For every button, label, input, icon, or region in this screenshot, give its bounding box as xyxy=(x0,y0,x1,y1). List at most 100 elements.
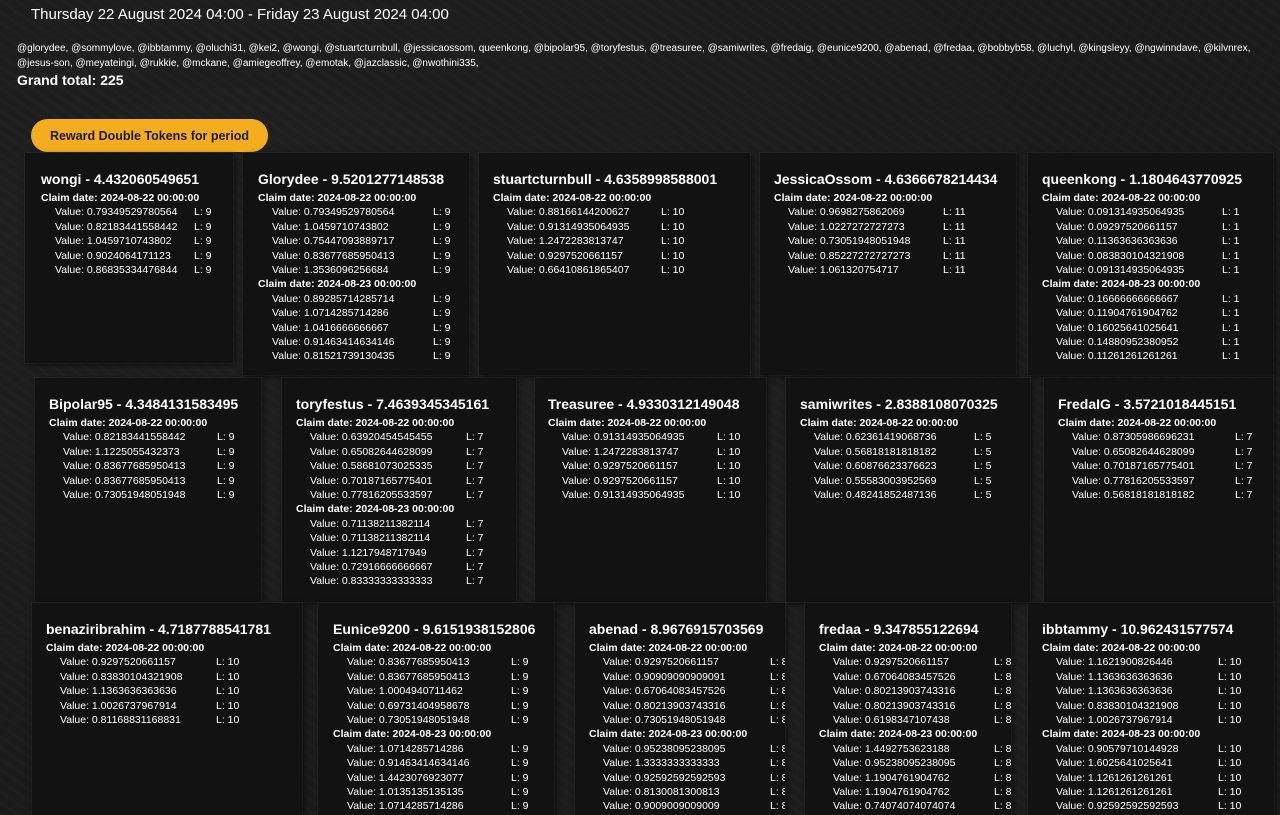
value-row: Value: 0.77816205533597 L: 7 xyxy=(1058,474,1253,488)
value-row: Value: 0.92592592592593 L: 10 xyxy=(1042,799,1241,813)
level-text: L: 9 xyxy=(433,350,451,363)
level-text: L: 1 xyxy=(1222,264,1240,277)
value-text: Value: 1.061320754717 xyxy=(788,264,899,277)
claim-date: Claim date: 2024-08-22 00:00:00 xyxy=(819,642,978,654)
level-text: L: 5 xyxy=(974,445,992,458)
value-row: Value: 0.9297520661157 L: 8 xyxy=(589,655,785,669)
claim-date: Claim date: 2024-08-22 00:00:00 xyxy=(46,642,205,654)
value-row: Value: 0.83677685950413 L: 9 xyxy=(333,655,529,669)
value-text: Value: 0.83830104321908 xyxy=(1056,699,1179,712)
value-row: Value: 0.90579710144928 L: 10 xyxy=(1042,742,1241,756)
value-row: Value: 0.69731404958678 L: 9 xyxy=(333,699,529,713)
value-row: Value: 0.83677685950413 L: 9 xyxy=(49,459,235,473)
value-row: Value: 1.1363636363636 L: 10 xyxy=(46,684,239,698)
level-text: L: 7 xyxy=(466,517,484,530)
value-row: Value: 0.83333333333333 L: 7 xyxy=(296,574,484,588)
value-text: Value: 1.0004940711462 xyxy=(347,685,463,698)
value-text: Value: 0.81521739130435 xyxy=(272,350,395,363)
value-row: Value: 0.73051948051948 L: 11 xyxy=(774,234,966,248)
value-text: Value: 1.0714285714286 xyxy=(347,800,464,813)
reward-double-tokens-button[interactable]: Reward Double Tokens for period xyxy=(31,119,268,152)
user-card: benaziribrahim - 4.7187788541781 Claim da… xyxy=(32,603,302,815)
value-text: Value: 1.0459710743802 xyxy=(272,220,389,233)
value-row: Value: 1.1904761904762 L: 8 xyxy=(819,785,1011,799)
value-text: Value: 0.73051948051948 xyxy=(788,235,911,248)
level-text: L: 9 xyxy=(433,264,451,277)
level-text: L: 9 xyxy=(511,685,529,698)
level-text: L: 5 xyxy=(974,460,992,473)
level-text: L: 7 xyxy=(1235,474,1253,487)
value-text: Value: 0.75447093889717 xyxy=(272,235,395,248)
value-row: Value: 0.70187165775401 L: 7 xyxy=(296,474,484,488)
value-text: Value: 0.71138211382114 xyxy=(310,532,431,545)
value-text: Value: 1.0714285714286 xyxy=(272,307,389,320)
value-text: Value: 0.83677685950413 xyxy=(272,249,395,262)
value-text: Value: 0.67064083457526 xyxy=(603,685,726,698)
value-row: Value: 0.91314935064935 L: 10 xyxy=(493,220,684,234)
level-text: L: 9 xyxy=(511,757,529,770)
level-text: L: 8 xyxy=(994,742,1011,755)
value-text: Value: 1.1261261261261 xyxy=(1056,771,1173,784)
level-text: L: 1 xyxy=(1222,220,1240,233)
claim-date: Claim date: 2024-08-22 00:00:00 xyxy=(333,642,492,654)
participant-list: @glorydee, @sommylove, @ibbtammy, @oluch… xyxy=(17,43,1251,69)
value-text: Value: 0.91314935064935 xyxy=(562,489,685,502)
claims-list: Claim date: 2024-08-22 00:00:00 Value: 0.… xyxy=(800,416,992,502)
level-text: L: 9 xyxy=(433,235,451,248)
level-text: L: 8 xyxy=(994,699,1011,712)
value-row: Value: 0.81168831168831 L: 10 xyxy=(46,713,239,727)
value-text: Value: 0.86835334476844 xyxy=(55,264,178,277)
level-text: L: 8 xyxy=(994,714,1011,727)
value-row: Value: 0.9297520661157 L: 10 xyxy=(493,249,684,263)
value-row: Value: 0.083830104321908 L: 1 xyxy=(1042,249,1240,263)
value-row: Value: 0.80213903743316 L: 8 xyxy=(589,699,785,713)
value-row: Value: 1.0227272727273 L: 11 xyxy=(774,220,966,234)
level-text: L: 8 xyxy=(770,714,785,727)
value-row: Value: 0.9698275862069 L: 11 xyxy=(774,205,966,219)
value-text: Value: 1.1261261261261 xyxy=(1056,786,1173,799)
level-text: L: 7 xyxy=(466,575,484,588)
value-row: Value: 0.80213903743316 L: 8 xyxy=(819,684,1011,698)
value-row: Value: 1.1621900826446 L: 10 xyxy=(1042,655,1241,669)
level-text: L: 7 xyxy=(466,532,484,545)
level-text: L: 9 xyxy=(433,249,451,262)
user-card: fredaa - 9.347855122694 Claim date: 2024-… xyxy=(805,603,1011,815)
level-text: L: 10 xyxy=(661,206,685,219)
value-row: Value: 1.1261261261261 L: 10 xyxy=(1042,771,1241,785)
user-card: Glorydee - 9.5201277148538 Claim date: 20… xyxy=(243,153,469,375)
claims-list: Claim date: 2024-08-22 00:00:00 Value: 0.… xyxy=(819,641,1011,814)
level-text: L: 9 xyxy=(194,264,212,277)
value-text: Value: 0.83677685950413 xyxy=(347,670,470,683)
value-text: Value: 0.09297520661157 xyxy=(1056,220,1178,233)
level-text: L: 9 xyxy=(433,336,451,349)
level-text: L: 10 xyxy=(1218,742,1242,755)
level-text: L: 7 xyxy=(1235,489,1253,502)
value-text: Value: 1.4423076923077 xyxy=(347,771,464,784)
value-text: Value: 1.0135135135135 xyxy=(347,786,464,799)
value-text: Value: 0.77816205533597 xyxy=(310,489,433,502)
claims-list: Claim date: 2024-08-22 00:00:00 Value: 0.… xyxy=(589,641,785,814)
level-text: L: 5 xyxy=(974,431,992,444)
claims-list: Claim date: 2024-08-22 00:00:00 Value: 0.… xyxy=(258,191,451,364)
level-text: L: 8 xyxy=(994,670,1011,683)
value-text: Value: 0.91463414634146 xyxy=(347,757,470,770)
value-text: Value: 0.89285714285714 xyxy=(272,292,395,305)
level-text: L: 10 xyxy=(1218,656,1242,669)
level-text: L: 1 xyxy=(1222,235,1240,248)
value-row: Value: 0.91463414634146 L: 9 xyxy=(258,335,451,349)
value-text: Value: 1.0227272727273 xyxy=(788,220,905,233)
level-text: L: 7 xyxy=(466,460,484,473)
card-title: Glorydee - 9.5201277148538 xyxy=(258,171,445,187)
value-row: Value: 0.91314935064935 L: 10 xyxy=(548,488,740,502)
value-text: Value: 1.1904761904762 xyxy=(833,771,950,784)
user-card: abenad - 8.9676915703569 Claim date: 2024… xyxy=(575,603,785,815)
value-row: Value: 0.83830104321908 L: 10 xyxy=(1042,699,1241,713)
value-text: Value: 0.16025641025641 xyxy=(1056,321,1179,334)
value-text: Value: 1.1363636363636 xyxy=(60,685,177,698)
claims-list: Claim date: 2024-08-22 00:00:00 Value: 0.… xyxy=(1042,191,1240,364)
claim-date: Claim date: 2024-08-22 00:00:00 xyxy=(1042,642,1201,654)
value-text: Value: 0.9297520661157 xyxy=(562,460,678,473)
value-text: Value: 0.92592592592593 xyxy=(1056,800,1179,813)
value-text: Value: 0.83677685950413 xyxy=(63,460,186,473)
value-row: Value: 0.55583003952569 L: 5 xyxy=(800,474,992,488)
